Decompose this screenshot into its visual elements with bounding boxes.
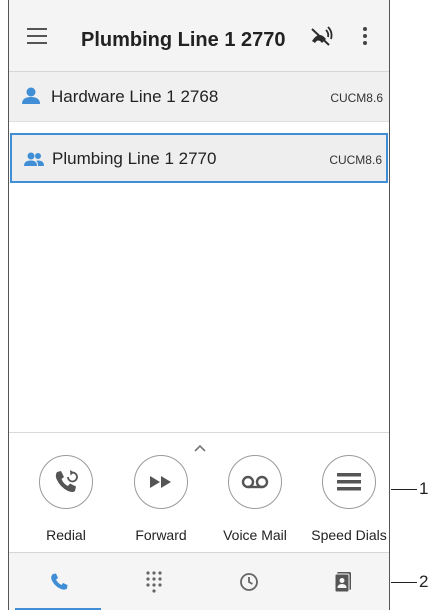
callout-line-2 [391, 582, 417, 583]
line-label: Plumbing Line 1 2770 [52, 149, 217, 168]
tab-dialpad[interactable] [106, 553, 201, 610]
redial-button[interactable]: Redial [26, 455, 106, 547]
action-label: Speed Dials [311, 527, 387, 543]
page-title: Plumbing Line 1 2770 [81, 29, 286, 51]
forward-button[interactable]: Forward [121, 455, 201, 547]
recents-icon [239, 573, 258, 591]
bottom-nav [9, 552, 389, 610]
quick-actions-panel: Redial Forward Voice Mail Speed Dials [9, 432, 389, 552]
line-item-plumbing[interactable]: Plumbing Line 1 2770 CUCM8.6 [10, 133, 388, 183]
redial-icon [39, 455, 93, 509]
callout-number-2: 2 [419, 572, 429, 591]
line-label: Hardware Line 1 2768 [51, 87, 219, 106]
speed-dials-icon [322, 455, 376, 509]
tab-phone[interactable] [11, 553, 106, 610]
single-user-icon [20, 86, 42, 106]
more-vert-icon[interactable] [361, 27, 369, 47]
action-label: Voice Mail [223, 527, 287, 543]
voicemail-icon [228, 455, 282, 509]
chevron-up-icon[interactable] [193, 439, 207, 452]
speed-dials-button[interactable]: Speed Dials [309, 455, 389, 547]
action-label: Forward [135, 527, 187, 543]
voice-mail-button[interactable]: Voice Mail [215, 455, 295, 547]
line-server-tag: CUCM8.6 [329, 153, 382, 167]
tab-contacts[interactable] [295, 553, 389, 610]
line-item-hardware[interactable]: Hardware Line 1 2768 CUCM8.6 [9, 72, 389, 122]
callout-line-1 [391, 489, 417, 490]
group-users-icon [23, 149, 45, 169]
tab-recents[interactable] [201, 553, 296, 610]
dialpad-icon [145, 571, 162, 593]
forward-icon [134, 455, 188, 509]
line-server-tag: CUCM8.6 [330, 91, 383, 105]
menu-icon[interactable] [27, 28, 47, 44]
callout-number-1: 1 [419, 479, 429, 498]
do-not-disturb-icon[interactable] [309, 26, 333, 46]
phone-screen: Plumbing Line 1 2770 Hardware Line 1 276… [8, 0, 390, 610]
action-label: Redial [46, 527, 86, 543]
app-bar: Plumbing Line 1 2770 [9, 0, 389, 72]
contacts-icon [334, 572, 351, 593]
phone-icon [50, 573, 67, 590]
